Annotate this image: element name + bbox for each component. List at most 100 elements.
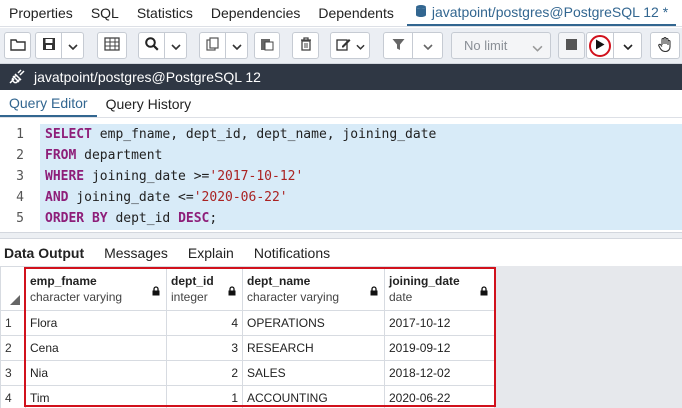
filter-options-dropdown[interactable] [413, 32, 443, 59]
panel-splitter[interactable] [0, 232, 682, 239]
tab-data-output[interactable]: Data Output [0, 240, 94, 265]
column-type: character varying [30, 289, 123, 304]
tab-query-tool[interactable]: javatpoint/postgres@PostgreSQL 12 * [406, 0, 677, 26]
code-text: dept_id [107, 211, 179, 226]
table-cell[interactable]: 2020-06-22 [384, 385, 495, 408]
table-row[interactable]: 4 Tim 1 ACCOUNTING 2020-06-22 [0, 385, 495, 408]
table-cell[interactable]: 1 [166, 385, 243, 408]
code-text: emp_fname, dept_id, dept_name, joining_d… [91, 127, 437, 142]
table-cell[interactable]: Nia [25, 360, 167, 386]
stop-button[interactable] [558, 32, 585, 59]
table-cell[interactable]: 3 [166, 335, 243, 361]
line-number: 1 [16, 127, 24, 142]
cursor-mode-button[interactable] [650, 32, 680, 59]
chevron-down-icon [231, 38, 242, 53]
column-header[interactable]: dept_id integer [166, 266, 243, 311]
sql-keyword: WHERE [45, 169, 85, 184]
code-text: department [76, 148, 163, 163]
chevron-down-icon [622, 38, 633, 53]
filter-button[interactable] [383, 32, 413, 59]
grid-header-row: emp_fname character varying dept_id inte… [0, 266, 495, 311]
code-area[interactable]: SELECT emp_fname, dept_id, dept_name, jo… [40, 124, 682, 230]
edit-options-button[interactable] [330, 32, 370, 59]
tab-query-editor[interactable]: Query Editor [0, 90, 97, 117]
tab-notifications[interactable]: Notifications [244, 240, 340, 265]
table-row[interactable]: 3 Nia 2 SALES 2018-12-02 [0, 360, 495, 386]
table-cell[interactable]: Tim [25, 385, 167, 408]
folder-icon [9, 38, 26, 54]
table-cell[interactable]: 2018-12-02 [384, 360, 495, 386]
tab-dependencies[interactable]: Dependencies [202, 0, 310, 26]
table-cell[interactable]: 2019-09-12 [384, 335, 495, 361]
sql-editor[interactable]: 1 2 3 4 5 SELECT emp_fname, dept_id, dep… [0, 120, 682, 232]
stop-icon [566, 38, 577, 53]
connection-bar[interactable]: javatpoint/postgres@PostgreSQL 12 [0, 64, 682, 90]
edit-icon [335, 37, 352, 54]
code-line: AND joining_date <='2020-06-22' [40, 187, 682, 208]
column-header[interactable]: emp_fname character varying [25, 266, 167, 311]
sql-keyword: ORDER BY [45, 211, 108, 226]
column-header[interactable]: joining_date date [384, 266, 495, 311]
tab-sql[interactable]: SQL [82, 0, 128, 26]
tab-dependents[interactable]: Dependents [309, 0, 403, 26]
table-cell[interactable]: 4 [166, 310, 243, 336]
query-tabs: Query Editor Query History [0, 90, 682, 118]
code-text: joining_date >= [84, 169, 210, 184]
edit-grid-button[interactable] [97, 32, 127, 59]
tab-properties[interactable]: Properties [0, 0, 82, 26]
row-number[interactable]: 2 [0, 335, 26, 361]
copy-options-dropdown[interactable] [226, 32, 248, 59]
sql-keyword: DESC [178, 211, 210, 226]
code-text: ; [209, 211, 218, 226]
column-header[interactable]: dept_name character varying [242, 266, 385, 311]
row-limit-value: No limit [464, 38, 508, 53]
row-number[interactable]: 3 [0, 360, 26, 386]
tab-query-history[interactable]: Query History [97, 90, 201, 117]
row-number[interactable]: 1 [0, 310, 26, 336]
trash-icon [300, 37, 312, 54]
delete-button[interactable] [292, 32, 319, 59]
table-cell[interactable]: 2017-10-12 [384, 310, 495, 336]
sql-keyword: FROM [45, 148, 77, 163]
table-icon [104, 37, 120, 54]
table-cell[interactable]: ACCOUNTING [242, 385, 385, 408]
tab-explain[interactable]: Explain [178, 240, 244, 265]
find-button[interactable] [138, 32, 165, 59]
save-options-dropdown[interactable] [62, 32, 84, 59]
find-options-dropdown[interactable] [165, 32, 187, 59]
paste-button[interactable] [254, 32, 280, 59]
table-cell[interactable]: RESEARCH [242, 335, 385, 361]
code-line: SELECT emp_fname, dept_id, dept_name, jo… [40, 124, 682, 145]
table-cell[interactable]: SALES [242, 360, 385, 386]
open-file-button[interactable] [4, 32, 31, 59]
column-name: dept_name [247, 273, 311, 288]
execute-highlight [589, 34, 611, 57]
sql-keyword: AND [45, 190, 69, 205]
copy-icon [205, 37, 220, 54]
column-type: character varying [247, 289, 340, 304]
execute-options-dropdown[interactable] [614, 32, 642, 59]
table-row[interactable]: 2 Cena 3 RESEARCH 2019-09-12 [0, 335, 495, 361]
table-cell[interactable]: 2 [166, 360, 243, 386]
table-row[interactable]: 1 Flora 4 OPERATIONS 2017-10-12 [0, 310, 495, 336]
table-cell[interactable]: Cena [25, 335, 167, 361]
chevron-down-icon [67, 38, 78, 53]
line-number: 5 [16, 211, 24, 226]
sql-string: '2020-06-22' [193, 190, 288, 205]
row-number[interactable]: 4 [0, 385, 26, 408]
tab-statistics[interactable]: Statistics [128, 0, 202, 26]
tab-messages[interactable]: Messages [94, 240, 178, 265]
copy-button[interactable] [199, 32, 226, 59]
select-all-corner[interactable] [0, 266, 26, 311]
line-number: 4 [16, 190, 24, 205]
execute-button[interactable] [586, 32, 614, 59]
column-name: emp_fname [30, 273, 97, 288]
panel-tab-strip: Properties SQL Statistics Dependencies D… [0, 0, 682, 27]
hand-icon [658, 36, 672, 55]
row-limit-select[interactable]: No limit [451, 32, 551, 59]
chevron-down-icon [170, 38, 181, 53]
table-cell[interactable]: Flora [25, 310, 167, 336]
table-cell[interactable]: OPERATIONS [242, 310, 385, 336]
lock-icon [370, 285, 378, 299]
save-button[interactable] [35, 32, 62, 59]
